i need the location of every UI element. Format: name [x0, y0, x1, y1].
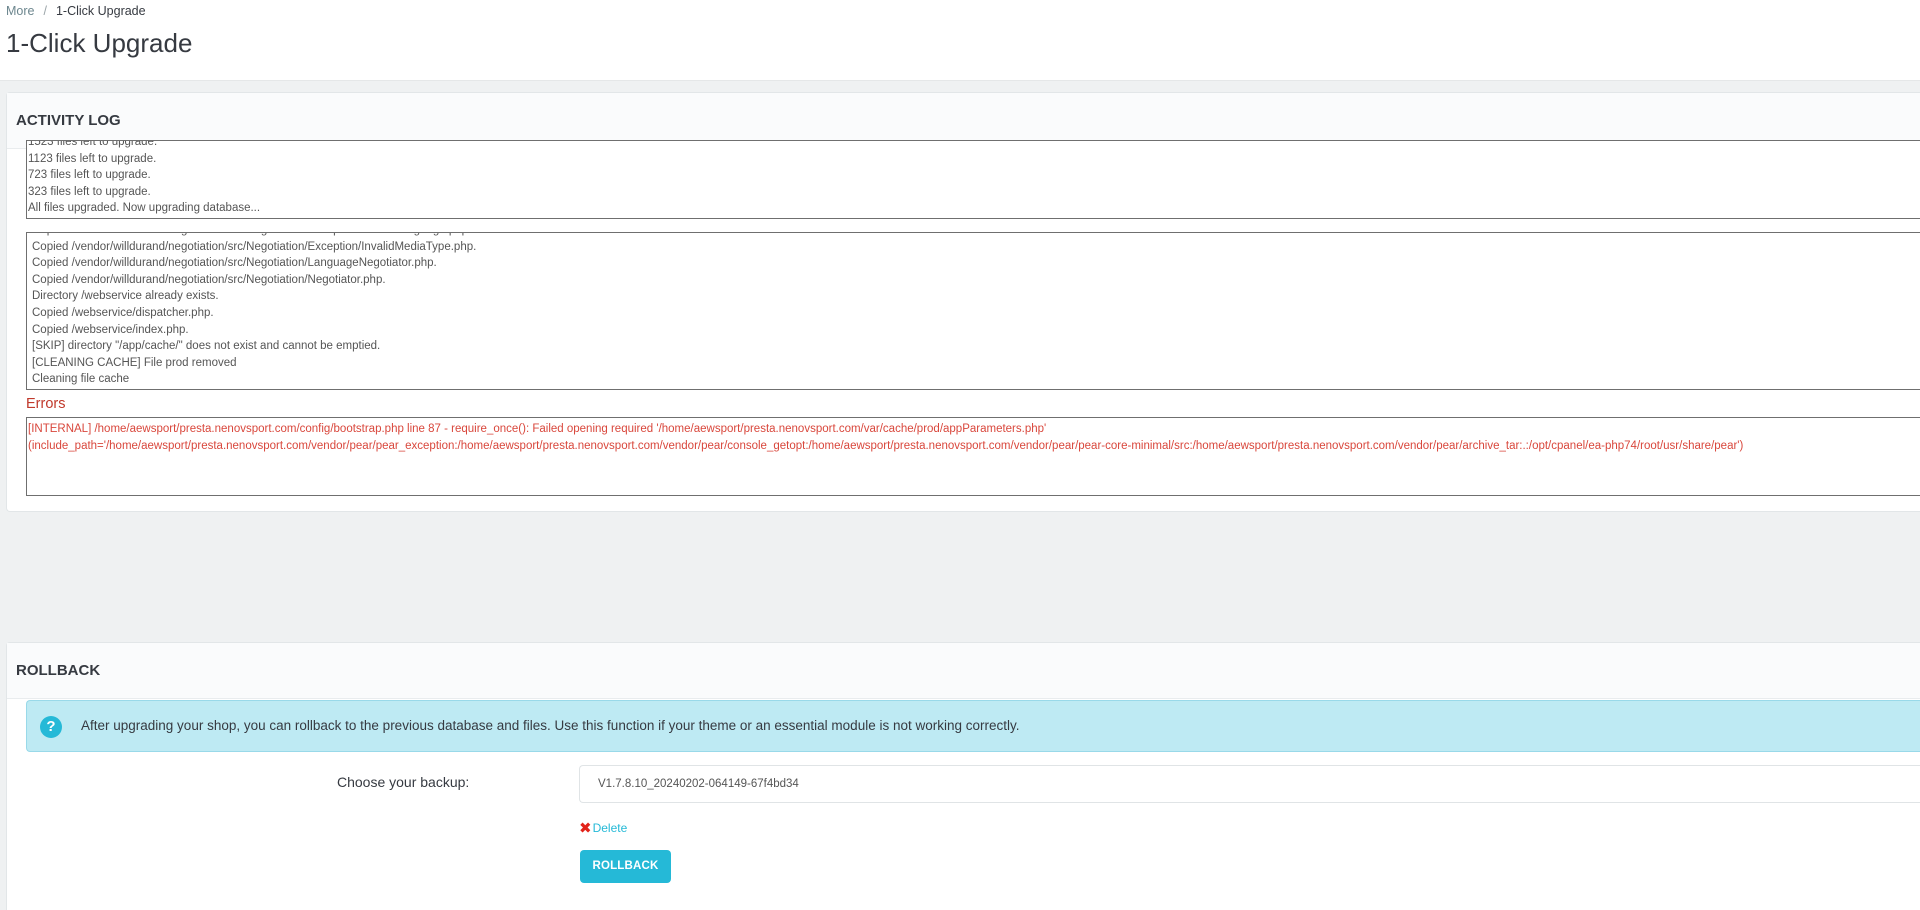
question-circle-icon: ?: [40, 716, 62, 738]
delete-backup-link[interactable]: ✖Delete: [579, 819, 627, 837]
breadcrumb-more-link[interactable]: More: [6, 4, 34, 18]
log-line: Copied /vendor/willdurand/negotiation/sr…: [32, 257, 437, 270]
page-header: More / 1-Click Upgrade 1-Click Upgrade: [0, 0, 1920, 81]
error-line: (include_path='/home/aewsport/presta.nen…: [28, 439, 1744, 452]
log-line: Copied /webservice/index.php.: [32, 323, 189, 336]
errors-title: Errors: [26, 396, 66, 412]
rollback-info-text: After upgrading your shop, you can rollb…: [81, 718, 1020, 733]
log-line: Copied /webservice/dispatcher.php.: [32, 307, 214, 320]
errors-log[interactable]: [INTERNAL] /home/aewsport/presta.nenovsp…: [26, 417, 1920, 496]
detail-lines: Copied /vendor/willdurand/negotiation/sr…: [27, 233, 477, 389]
log-line: 1123 files left to upgrade.: [28, 152, 157, 165]
backup-select-label: Choose your backup:: [337, 774, 470, 790]
log-line: Copied /vendor/willdurand/negotiation/sr…: [32, 273, 386, 286]
log-line: All files upgraded. Now upgrading databa…: [28, 202, 261, 215]
log-line: Copied /vendor/willdurand/negotiation/sr…: [32, 240, 477, 253]
log-line: [CLEANING CACHE] File prod removed: [32, 356, 237, 369]
upgrade-summary-log[interactable]: 1923 files left to upgrade.1523 files le…: [26, 140, 1920, 219]
log-line: Cleaning file cache: [32, 373, 130, 386]
log-line: 323 files left to upgrade.: [28, 185, 151, 198]
log-line: [SKIP] directory "/app/cache/" does not …: [32, 340, 381, 353]
page-title: 1-Click Upgrade: [6, 28, 193, 58]
upgrade-detail-log[interactable]: Copied /vendor/willdurand/negotiation/sr…: [26, 232, 1920, 390]
log-line: Directory /webservice already exists.: [32, 290, 219, 303]
backup-select-value: V1.7.8.10_20240202-064149-67f4bd34: [598, 778, 799, 790]
summary-lines: 1923 files left to upgrade.1523 files le…: [27, 140, 261, 218]
delete-backup-label: Delete: [592, 821, 628, 835]
rollback-button[interactable]: ROLLBACK: [580, 850, 671, 883]
rollback-panel: Rollback ? After upgrading your shop, yo…: [6, 642, 1920, 910]
backup-select[interactable]: V1.7.8.10_20240202-064149-67f4bd34: [579, 765, 1920, 803]
error-lines: [INTERNAL] /home/aewsport/presta.nenovsp…: [28, 421, 1920, 454]
rollback-info-alert: ? After upgrading your shop, you can rol…: [26, 700, 1920, 752]
log-line: 723 files left to upgrade.: [28, 169, 151, 182]
log-line: Copied /vendor/willdurand/negotiation/sr…: [32, 233, 476, 239]
rollback-heading: Rollback: [7, 643, 1920, 699]
breadcrumb-separator: /: [43, 4, 47, 18]
error-line: [INTERNAL] /home/aewsport/presta.nenovsp…: [28, 423, 1047, 435]
log-line: 1523 files left to upgrade.: [28, 140, 158, 149]
breadcrumb-current: 1-Click Upgrade: [55, 4, 146, 18]
breadcrumb: More / 1-Click Upgrade: [6, 4, 146, 18]
activity-log-panel: Activity log 1923 files left to upgrade.…: [6, 92, 1920, 512]
red-x-icon: ✖: [579, 820, 592, 837]
